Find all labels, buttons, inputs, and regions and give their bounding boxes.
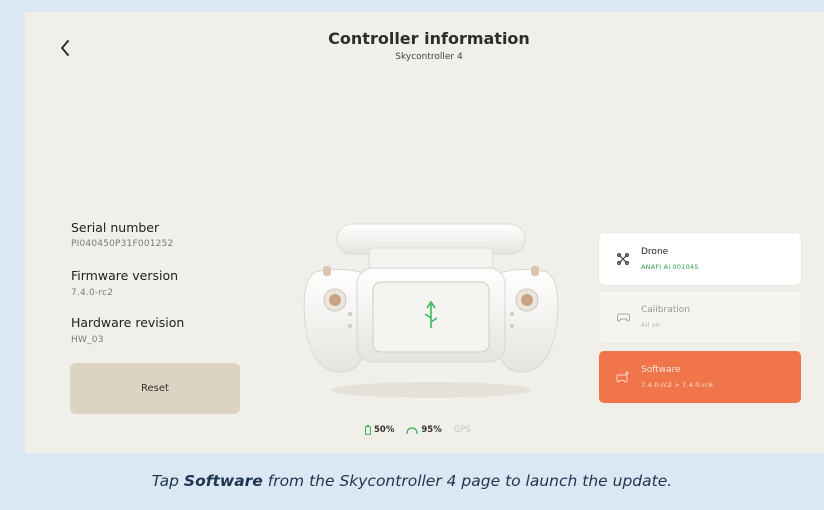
controller-battery-status: 50% [365,425,394,435]
software-card-subtitle: 7.4.0-rc2 > 7.4.0-rc6 [641,381,714,389]
software-update-icon [616,371,629,383]
drone-battery-value: 95% [421,425,442,435]
tutorial-frame: Controller information Skycontroller 4 S… [0,0,824,510]
calibration-card-title: Calibration [641,305,690,315]
firmware-version-label: Firmware version [71,268,179,283]
drone-icon [617,253,629,265]
battery-icon [365,425,371,435]
controller-battery-value: 50% [374,425,395,435]
serial-number-label: Serial number [71,220,160,235]
caption-prefix: Tap [151,472,184,490]
gps-status: GPS [453,425,471,435]
hardware-revision-value: HW_03 [71,335,104,345]
calibration-card[interactable]: Calibration All ok [599,291,801,343]
firmware-version-value: 7.4.0-rc2 [71,288,114,298]
caption-suffix: from the Skycontroller 4 page to launch … [262,472,673,490]
app-screen: Controller information Skycontroller 4 S… [25,12,824,453]
reset-button[interactable]: Reset [70,363,240,414]
caption-bold: Software [183,472,263,490]
controller-illustration [303,223,559,398]
status-bar: 50% 95% GPS [365,425,471,435]
drone-card[interactable]: Drone ANAFI Ai 001045 [599,233,801,285]
page-subtitle: Skycontroller 4 [395,52,463,62]
page-title: Controller information [328,29,530,48]
software-card-title: Software [641,365,681,375]
calibration-card-subtitle: All ok [641,321,661,329]
tutorial-caption: Tap Software from the Skycontroller 4 pa… [0,472,824,490]
drone-card-subtitle: ANAFI Ai 001045 [641,263,699,271]
software-card[interactable]: Software 7.4.0-rc2 > 7.4.0-rc6 [599,351,801,403]
hardware-revision-label: Hardware revision [71,315,185,330]
drone-card-title: Drone [641,247,669,257]
drone-battery-icon [406,426,418,434]
controller-calibration-icon [616,313,630,322]
serial-number-value: PI040450P31F001252 [71,239,174,249]
drone-battery-status: 95% [406,425,442,435]
